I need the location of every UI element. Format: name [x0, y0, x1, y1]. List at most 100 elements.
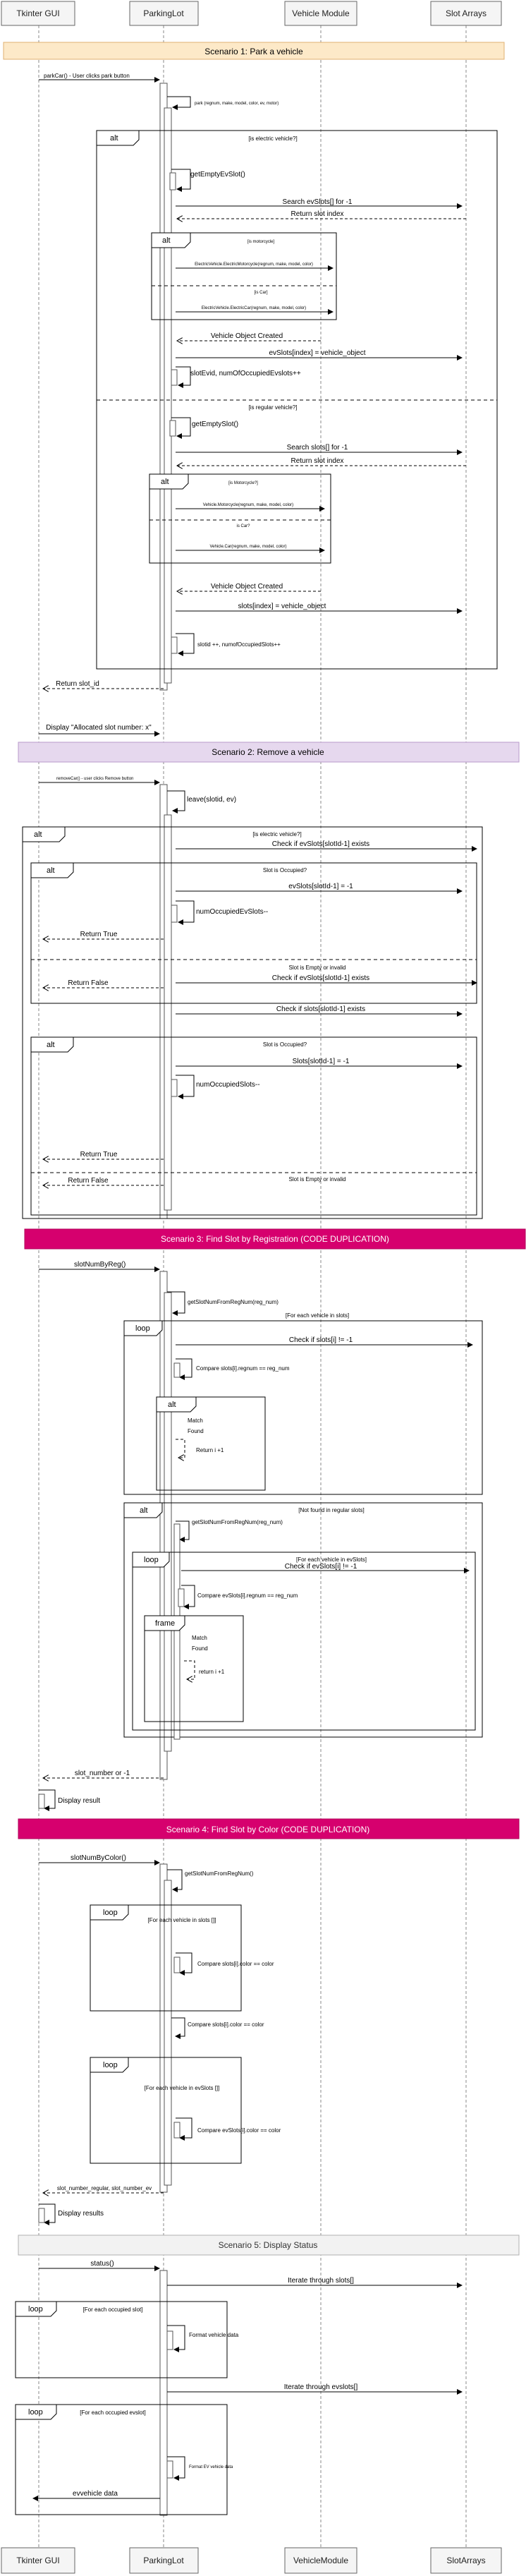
activation-self [173, 1957, 181, 1973]
actor-label: ParkingLot [143, 8, 184, 18]
msg-label: return i +1 [199, 1669, 225, 1675]
alt-condition: Slot is Empty or invalid [289, 965, 346, 971]
msg-label: Vehicle.Motorcycle(regnum, make, model, … [203, 503, 293, 507]
alt-condition: [is motorcycle] [247, 240, 275, 244]
msg-label: numOccupiedEvSlots-- [196, 908, 268, 916]
msg-label: getEmptySlot() [192, 421, 238, 428]
alt-condition: is Car? [236, 524, 250, 528]
activation-self [173, 2122, 181, 2139]
msg-label: evvehicle data [73, 2490, 118, 2498]
frame-name: frame [155, 1619, 175, 1628]
alt-condition: Match [192, 1635, 207, 1641]
msg-label: Compare slots[i].regnum == reg_num [196, 1365, 290, 1372]
msg-label: slot_number or -1 [75, 1770, 130, 1777]
msg-label: Return slot_id [56, 680, 99, 688]
activation-self [171, 905, 178, 923]
scenario-1-title: Scenario 1: Park a vehicle [204, 47, 303, 56]
actor-parkinglot-bottom[interactable]: ParkingLot [129, 2547, 199, 2574]
activation-self [171, 1079, 178, 1097]
frame-name: alt [110, 134, 118, 143]
msg-label: Display results [58, 2210, 104, 2218]
activation-self [38, 2208, 45, 2223]
alt-condition: Slot is Empty or invalid [289, 1176, 346, 1183]
actor-slot-arrays[interactable]: Slot Arrays [430, 1, 502, 26]
msg-label: Iterate through evslots[] [284, 2383, 358, 2391]
activation-parkinglot [159, 2270, 168, 2516]
alt-condition: [is Car] [254, 291, 267, 295]
scenario-5: Scenario 5: Display Status status() Iter… [15, 2235, 520, 2516]
loop-condition: [For each vehicle in slots []] [148, 1917, 216, 1923]
alt-condition: [is electric vehicle?] [248, 135, 297, 142]
msg-label: Vehicle Object Created [211, 332, 283, 340]
msg-label: evSlots[index] = vehicle_object [269, 349, 365, 357]
frame-name: loop [28, 2305, 43, 2314]
frame-name: alt [34, 830, 42, 839]
activation-self [169, 420, 176, 437]
activation-parkinglot-nested [164, 1292, 172, 1752]
alt-condition: [Not found in regular slots] [298, 1507, 364, 1513]
msg-label: Format EV vehicle data [189, 2465, 233, 2469]
actor-vehicle-module-bottom[interactable]: VehicleModule [284, 2547, 357, 2574]
msg-label: park (regnum, make, model, color, ev, mo… [195, 102, 279, 106]
alt-frame-regular-kind: alt [is Motorcycle?] is Car? [149, 473, 331, 564]
activation-parkinglot-nested [164, 107, 172, 684]
msg-label: Check if slots[slotId-1] exists [276, 1005, 365, 1013]
loop-frame-status-slots: loop [For each occupied slot] [15, 2301, 228, 2378]
msg-label: Return slot index [290, 210, 343, 218]
frame-match-ev: frame [144, 1615, 244, 1722]
actor-label: ParkingLot [143, 2556, 184, 2565]
msg-label: ElectricVehicle.ElectricCar(regnum, make… [202, 306, 306, 310]
msg-label: slot_number_regular, slot_number_ev [57, 2185, 152, 2191]
activation-self [173, 1523, 181, 1740]
msg-label: Return False [68, 1177, 109, 1185]
frame-name: alt [162, 236, 171, 245]
msg-label: getSlotNumFromRegNum(reg_num) [188, 1299, 279, 1305]
msg-label: Compare slots[i].color == color [188, 2021, 264, 2028]
alt-condition: [is Motorcycle?] [228, 481, 258, 485]
msg-label: Return False [68, 979, 109, 987]
msg-label: Search slots[] for -1 [287, 444, 348, 452]
msg-label: Vehicle Object Created [211, 583, 283, 591]
loop-condition: [For each vehicle in slots] [286, 1312, 349, 1319]
msg-label: Return i +1 [196, 1447, 224, 1453]
actor-parkinglot[interactable]: ParkingLot [129, 1, 199, 26]
frame-name: loop [28, 2408, 43, 2417]
msg-label: status() [90, 2260, 114, 2268]
actor-vehicle-module[interactable]: Vehicle Module [284, 1, 357, 26]
msg-label: Display result [58, 1797, 100, 1805]
msg-label: Check if slots[i] != -1 [289, 1336, 353, 1344]
msg-label: leave(slotid, ev) [187, 796, 236, 804]
msg-label: slotNumByColor() [71, 1854, 126, 1862]
alt-condition: Found [188, 1428, 204, 1434]
frame-name: loop [135, 1324, 150, 1333]
msg-label: Check if evSlots[slotId-1] exists [272, 840, 369, 848]
frame-name: alt [161, 478, 169, 486]
actor-tkinter-gui-bottom[interactable]: Tkinter GUI [1, 2547, 75, 2574]
msg-return-index [176, 1439, 185, 1458]
actor-slot-arrays-bottom[interactable]: SlotArrays [430, 2547, 502, 2574]
scenario-1: Scenario 1: Park a vehicle parkCar() - U… [3, 42, 505, 737]
actor-label: Tkinter GUI [16, 2556, 59, 2565]
msg-label: slotid ++, numofOccupiedSlots++ [197, 641, 281, 648]
msg-label: ElectricVehicle.ElectricMotorcycle(regnu… [195, 262, 313, 267]
msg-label: Format vehicle data [189, 2332, 239, 2338]
actor-label: SlotArrays [446, 2556, 485, 2565]
alt-condition: [is electric vehicle?] [252, 831, 301, 837]
frame-name: loop [144, 1556, 159, 1564]
frame-name: alt [47, 1041, 55, 1049]
activation-self [171, 369, 178, 386]
activation-self [173, 1362, 181, 1378]
msg-compare-color-2 [171, 2017, 185, 2039]
msg-label: slotEvid, numOfOccupiedEvslots++ [190, 370, 301, 377]
sequence-diagram: Tkinter GUI ParkingLot Vehicle Module Sl… [1, 1, 526, 2574]
actor-tkinter-gui[interactable]: Tkinter GUI [1, 1, 75, 26]
msg-label: getSlotNumFromRegNum() [185, 1870, 254, 1877]
alt-condition: [is regular vehicle?] [249, 404, 298, 411]
frame-name: loop [103, 2061, 118, 2069]
alt-frame-reg-occupied: alt Slot is Occupied? Slot is Empty or i… [30, 1036, 477, 1216]
msg-regular-increment [176, 633, 195, 656]
alt-condition: Slot is Occupied? [263, 1041, 307, 1048]
activation-self [166, 2330, 173, 2350]
activation-parkinglot-nested [164, 814, 172, 1211]
scenario-4-title: Scenario 4: Find Slot by Color (CODE DUP… [166, 1825, 370, 1834]
